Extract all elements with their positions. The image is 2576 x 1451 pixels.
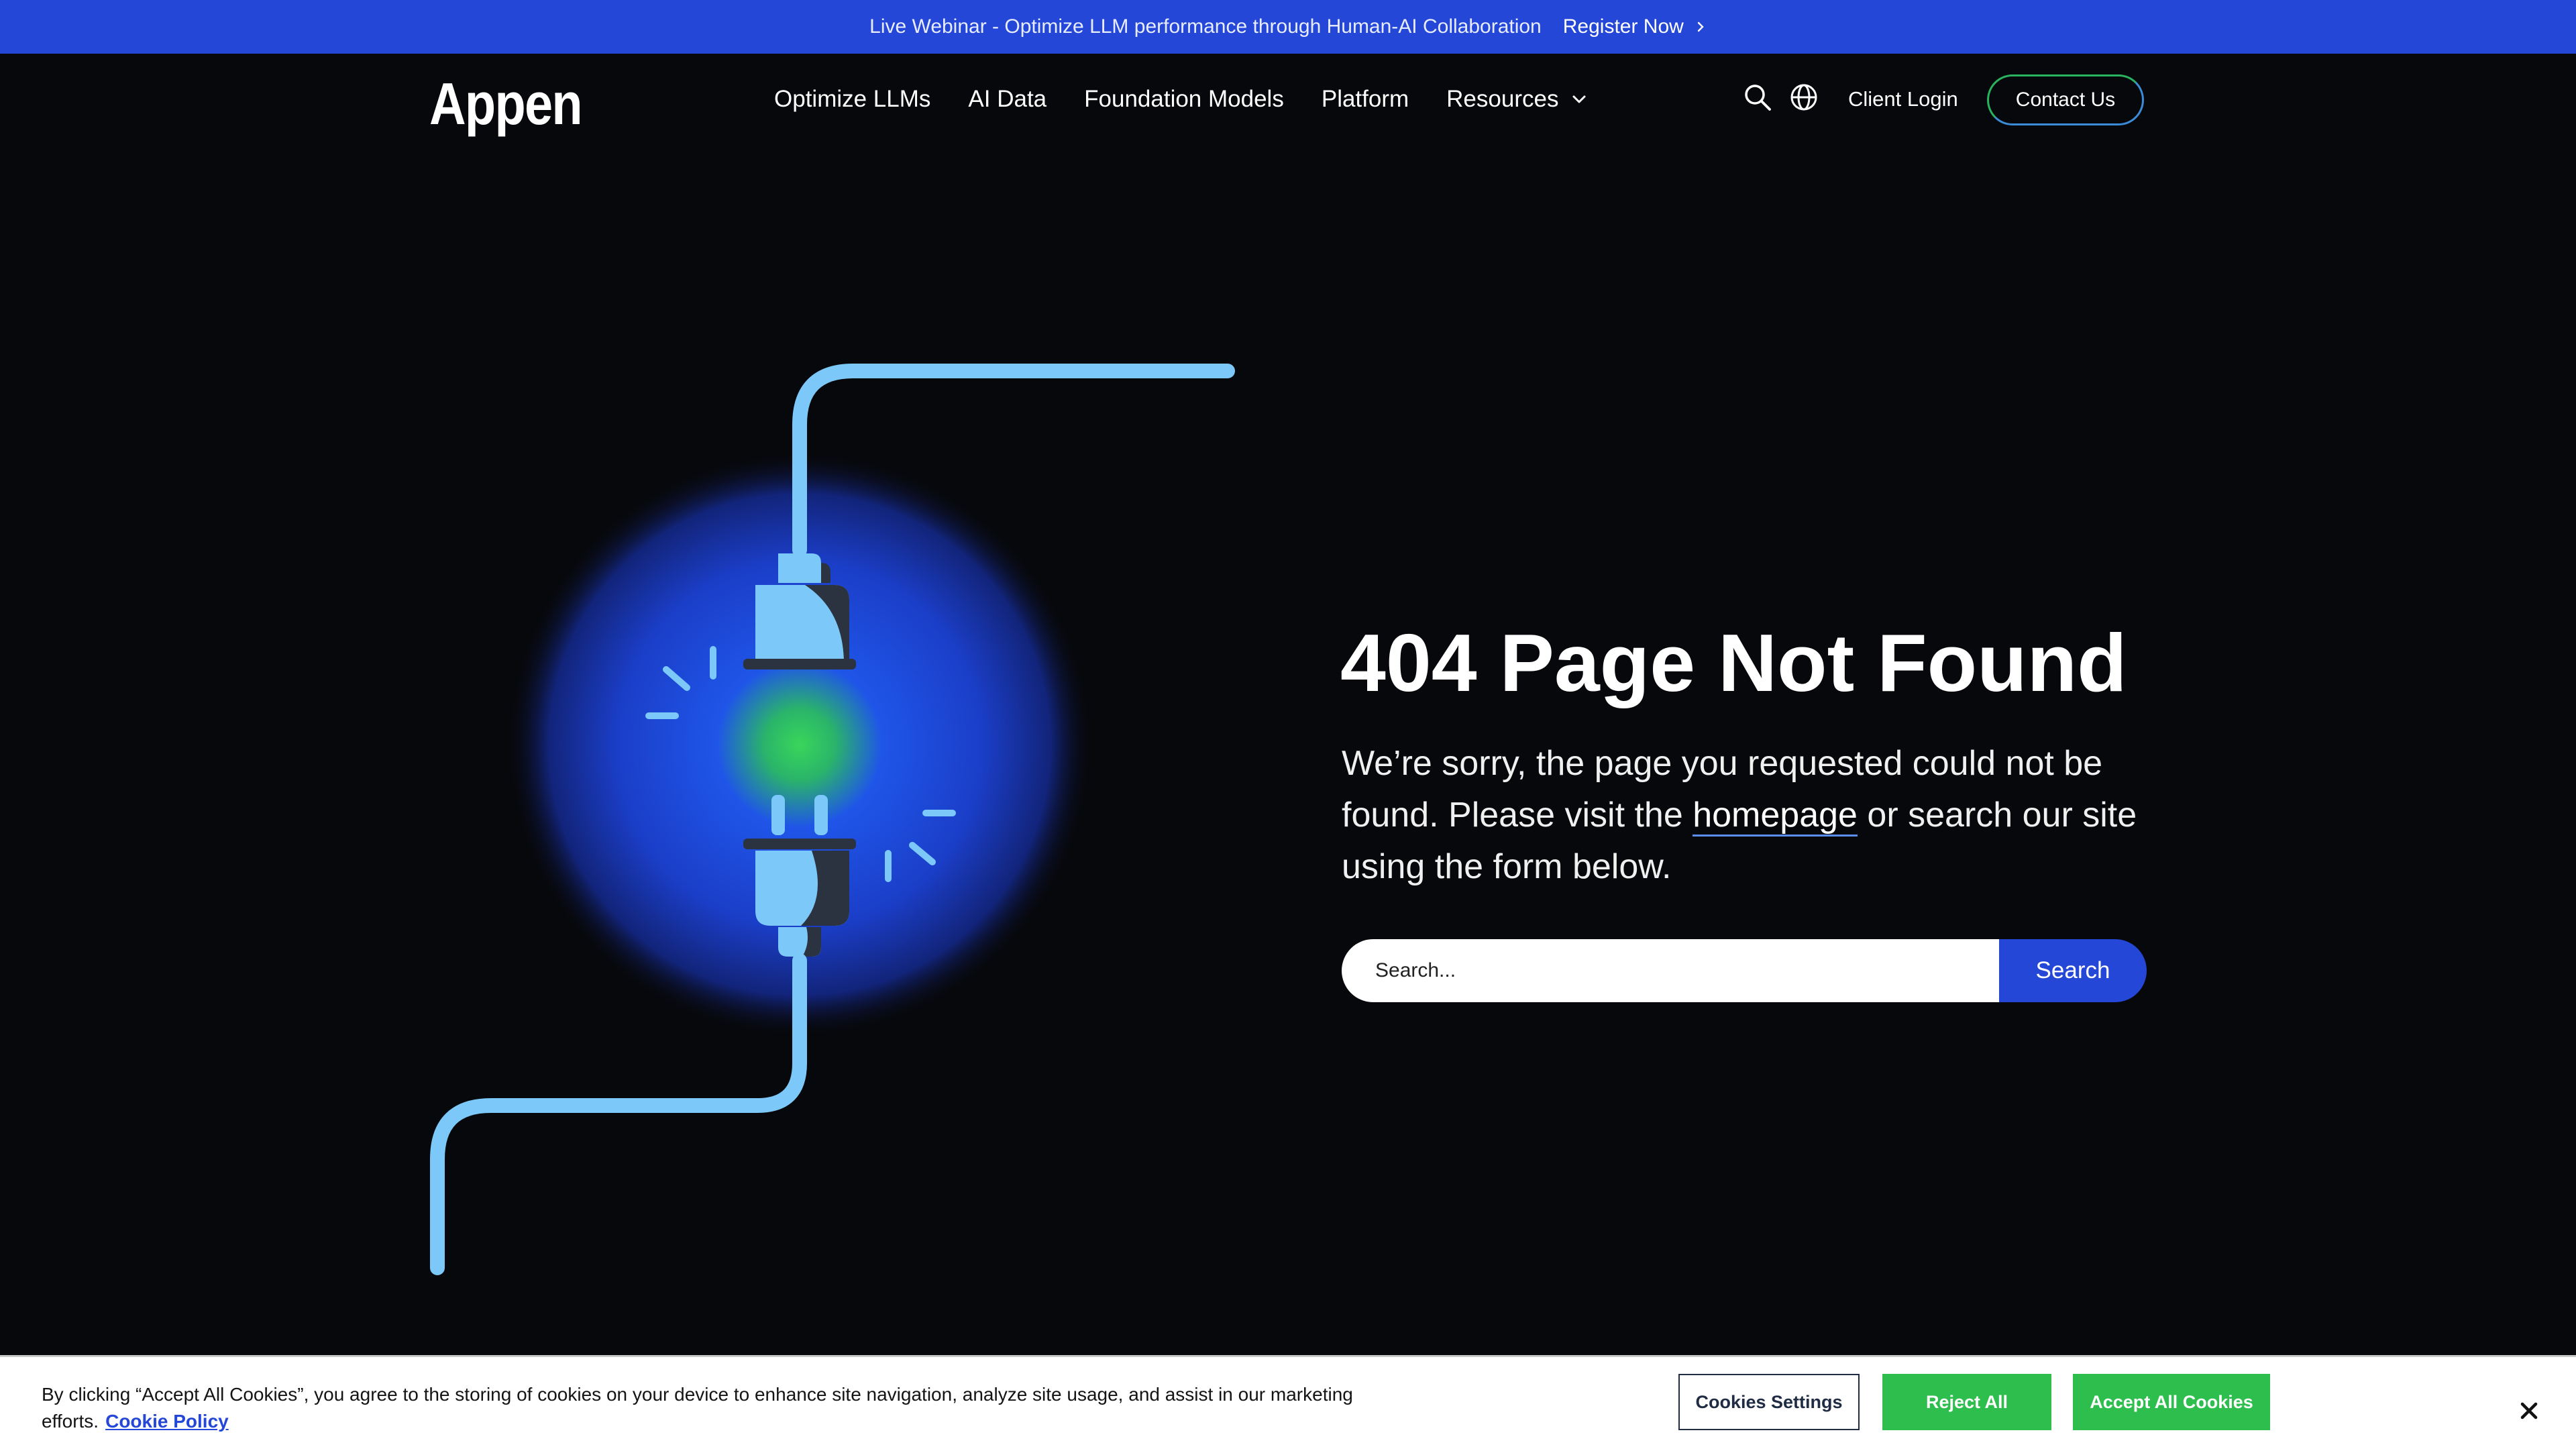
nav-item-platform[interactable]: Platform: [1322, 86, 1409, 113]
cookie-consent-bar: By clicking “Accept All Cookies”, you ag…: [0, 1355, 2576, 1451]
homepage-link[interactable]: homepage: [1693, 796, 1858, 837]
cookie-message: By clicking “Accept All Cookies”, you ag…: [42, 1384, 1353, 1432]
announcement-banner: Live Webinar - Optimize LLM performance …: [0, 0, 2576, 54]
client-login-link[interactable]: Client Login: [1848, 87, 1958, 111]
nav-item-ai-data[interactable]: AI Data: [968, 86, 1046, 113]
nav-menu: Optimize LLMs AI Data Foundation Models …: [774, 86, 1588, 113]
search-form: Search: [1342, 939, 2147, 1002]
search-button[interactable]: Search: [1999, 939, 2147, 1002]
register-now-label: Register Now: [1562, 15, 1684, 38]
resources-label: Resources: [1446, 86, 1559, 112]
contact-us-button[interactable]: Contact Us: [1987, 74, 2144, 125]
reject-all-button[interactable]: Reject All: [1882, 1374, 2051, 1430]
register-now-link[interactable]: Register Now: [1563, 15, 1707, 38]
accept-all-cookies-button[interactable]: Accept All Cookies: [2073, 1374, 2270, 1430]
chevron-right-icon: [1697, 21, 1704, 32]
nav-item-foundation-models[interactable]: Foundation Models: [1084, 86, 1284, 113]
cookie-text: By clicking “Accept All Cookies”, you ag…: [42, 1381, 1450, 1435]
search-icon[interactable]: [1742, 82, 1773, 113]
main-nav: Appen Optimize LLMs AI Data Foundation M…: [0, 54, 2576, 149]
appen-logo[interactable]: Appen: [429, 70, 583, 138]
error-description: We’re sorry, the page you requested coul…: [1342, 738, 2167, 893]
globe-icon[interactable]: [1788, 82, 1819, 113]
nav-item-resources[interactable]: Resources: [1446, 86, 1588, 113]
close-icon[interactable]: [2517, 1399, 2541, 1423]
cookies-settings-button[interactable]: Cookies Settings: [1678, 1374, 1860, 1430]
nav-item-optimize-llms[interactable]: Optimize LLMs: [774, 86, 930, 113]
page-title: 404 Page Not Found: [1340, 617, 2127, 708]
chevron-down-icon: [1572, 95, 1586, 103]
cookie-policy-link[interactable]: Cookie Policy: [105, 1411, 229, 1432]
unplugged-cable-illustration: [430, 364, 1235, 1275]
banner-text: Live Webinar - Optimize LLM performance …: [869, 15, 1542, 38]
search-input[interactable]: [1342, 939, 1999, 1002]
